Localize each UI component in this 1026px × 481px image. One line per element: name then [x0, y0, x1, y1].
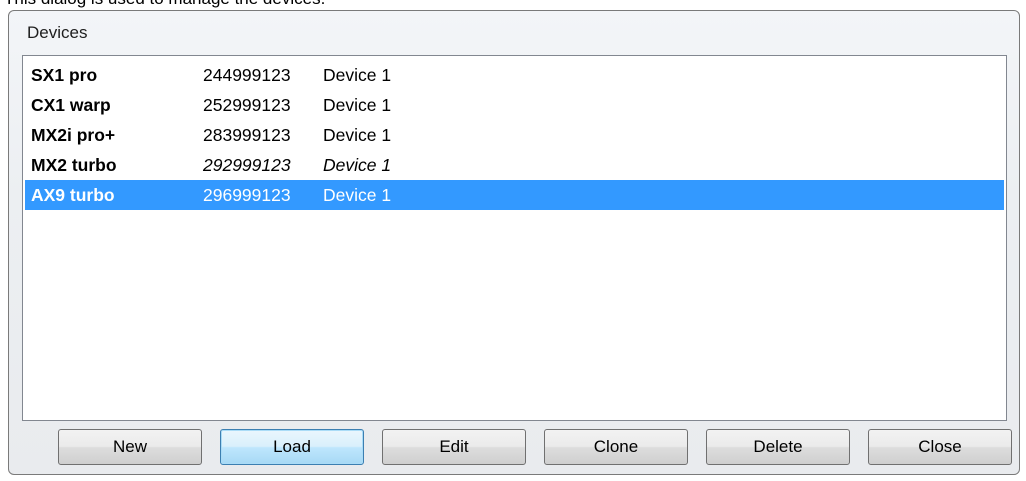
device-number: 292999123 — [203, 155, 291, 175]
device-label: Device 1 — [323, 95, 392, 115]
device-name: SX1 pro — [31, 65, 98, 85]
device-row[interactable]: MX2 turbo 292999123 Device 1 — [25, 150, 1004, 180]
load-button[interactable]: Load — [220, 429, 364, 465]
device-name: MX2 turbo — [31, 155, 117, 175]
clone-button[interactable]: Clone — [544, 429, 688, 465]
delete-button[interactable]: Delete — [706, 429, 850, 465]
device-number: 252999123 — [203, 95, 291, 115]
devices-listbox[interactable]: SX1 pro 244999123 Device 1 CX1 warp 2529… — [22, 55, 1007, 421]
device-label: Device 1 — [323, 125, 392, 145]
close-button[interactable]: Close — [868, 429, 1012, 465]
dialog-caption: This dialog is used to manage the device… — [4, 0, 325, 9]
device-number: 244999123 — [203, 65, 291, 85]
button-bar: New Load Edit Clone Delete Close — [9, 429, 1021, 469]
device-number: 296999123 — [203, 185, 291, 205]
device-name: MX2i pro+ — [31, 125, 116, 145]
dialog-title: Devices — [27, 23, 88, 42]
device-label: Device 1 — [323, 155, 392, 175]
page: This dialog is used to manage the device… — [0, 0, 1026, 481]
device-row[interactable]: MX2i pro+ 283999123 Device 1 — [25, 120, 1004, 150]
new-button[interactable]: New — [58, 429, 202, 465]
device-label: Device 1 — [323, 65, 392, 85]
device-row[interactable]: SX1 pro 244999123 Device 1 — [25, 60, 1004, 90]
edit-button[interactable]: Edit — [382, 429, 526, 465]
device-label: Device 1 — [323, 185, 392, 205]
device-name: CX1 warp — [31, 95, 111, 115]
devices-dialog: Devices SX1 pro 244999123 Device 1 CX1 w… — [8, 10, 1020, 475]
device-number: 283999123 — [203, 125, 291, 145]
device-name: AX9 turbo — [31, 185, 115, 205]
device-row-selected[interactable]: AX9 turbo 296999123 Device 1 — [25, 180, 1004, 210]
device-row[interactable]: CX1 warp 252999123 Device 1 — [25, 90, 1004, 120]
